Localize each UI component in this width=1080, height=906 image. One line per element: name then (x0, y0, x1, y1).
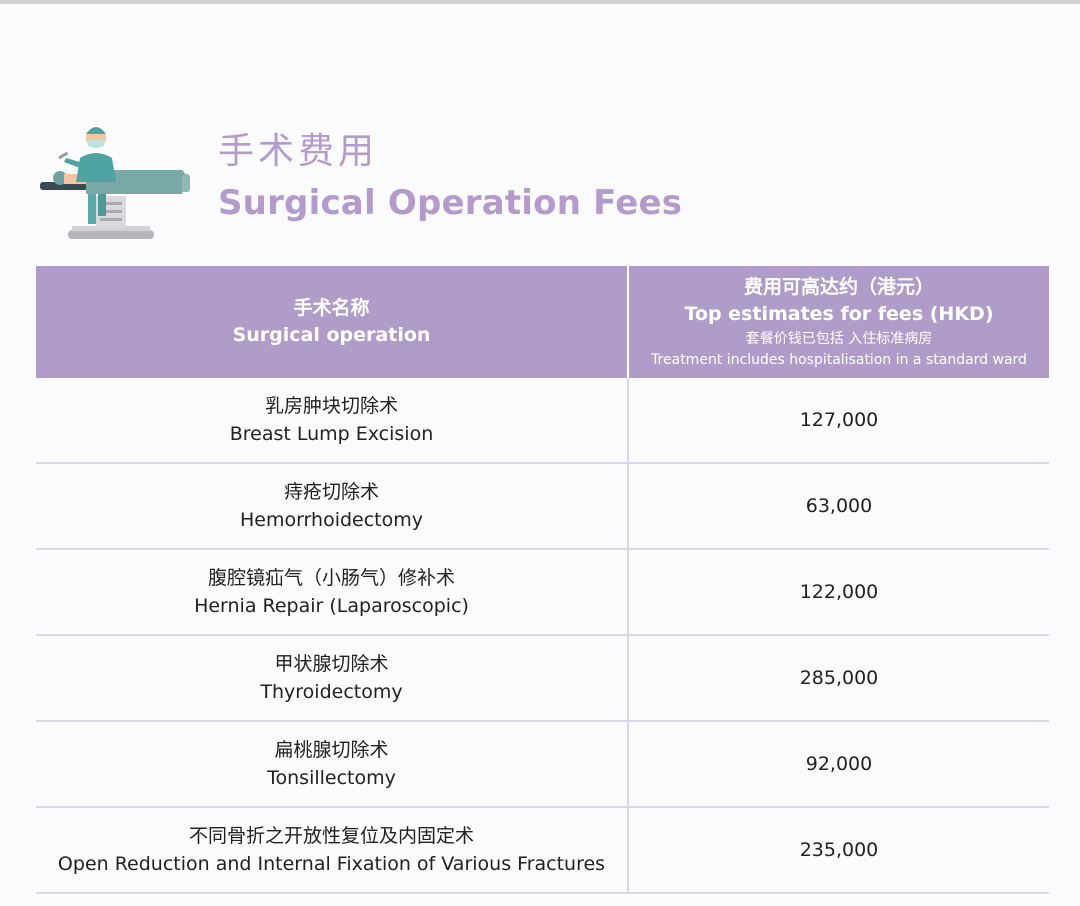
operation-name-en: Hernia Repair (Laparoscopic) (194, 595, 469, 617)
operation-fee: 285,000 (628, 635, 1049, 722)
operation-name-zh: 甲状腺切除术 (274, 653, 389, 675)
table-row: 扁桃腺切除术 Tonsillectomy 92,000 (36, 721, 1049, 808)
table-row: 腹腔镜疝气（小肠气）修补术 Hernia Repair (Laparoscopi… (36, 549, 1049, 636)
operation-name-zh: 痔疮切除术 (283, 481, 379, 503)
column-header-operation-zh: 手术名称 (293, 297, 370, 319)
table-row: 甲状腺切除术 Thyroidectomy 285,000 (36, 635, 1049, 722)
page-title-zh: 手术费用 (218, 131, 379, 172)
surgical-fees-table: 手术名称 Surgical operation 费用可高达约（港元） Top e… (36, 266, 1049, 894)
operation-fee: 127,000 (628, 378, 1049, 464)
top-divider (0, 0, 1080, 4)
operation-name-en: Tonsillectomy (267, 767, 396, 789)
column-header-fee-zh: 费用可高达约（港元） (743, 276, 934, 298)
operation-name-cell: 甲状腺切除术 Thyroidectomy (36, 635, 629, 722)
column-header-fee: 费用可高达约（港元） Top estimates for fees (HKD) … (628, 266, 1049, 378)
operation-name-zh: 乳房肿块切除术 (264, 395, 398, 417)
page-heading: 手术费用 Surgical Operation Fees (36, 112, 1036, 252)
table-row: 乳房肿块切除术 Breast Lump Excision 127,000 (36, 378, 1049, 464)
operation-fee: 122,000 (628, 549, 1049, 636)
operation-fee: 235,000 (628, 807, 1049, 894)
operation-fee: 92,000 (628, 721, 1049, 808)
column-header-operation: 手术名称 Surgical operation (36, 266, 629, 378)
surgeon-operating-table-icon (40, 127, 190, 239)
operation-name-zh: 扁桃腺切除术 (274, 739, 389, 761)
column-header-fee-note-en: Treatment includes hospitalisation in a … (651, 352, 1027, 368)
operation-name-cell: 腹腔镜疝气（小肠气）修补术 Hernia Repair (Laparoscopi… (36, 549, 629, 636)
operation-name-en: Open Reduction and Internal Fixation of … (57, 853, 606, 875)
column-header-fee-en: Top estimates for fees (HKD) (684, 303, 994, 325)
page-title-en: Surgical Operation Fees (218, 183, 683, 223)
operation-name-cell: 扁桃腺切除术 Tonsillectomy (36, 721, 629, 808)
table-header-row: 手术名称 Surgical operation 费用可高达约（港元） Top e… (36, 266, 1049, 378)
operation-name-cell: 痔疮切除术 Hemorrhoidectomy (36, 463, 629, 550)
operation-name-cell: 乳房肿块切除术 Breast Lump Excision (36, 378, 629, 464)
column-header-fee-note-zh: 套餐价钱已包括 入住标准病房 (745, 331, 933, 347)
column-header-operation-en: Surgical operation (232, 324, 431, 346)
table-row: 不同骨折之开放性复位及内固定术 Open Reduction and Inter… (36, 807, 1049, 894)
operation-name-en: Hemorrhoidectomy (239, 509, 424, 531)
operation-name-en: Thyroidectomy (260, 681, 403, 703)
operation-name-zh: 不同骨折之开放性复位及内固定术 (188, 825, 474, 847)
table-row: 痔疮切除术 Hemorrhoidectomy 63,000 (36, 463, 1049, 550)
operation-name-cell: 不同骨折之开放性复位及内固定术 Open Reduction and Inter… (36, 807, 629, 894)
operation-name-zh: 腹腔镜疝气（小肠气）修补术 (207, 567, 455, 589)
operation-name-en: Breast Lump Excision (229, 423, 434, 445)
operation-fee: 63,000 (628, 463, 1049, 550)
